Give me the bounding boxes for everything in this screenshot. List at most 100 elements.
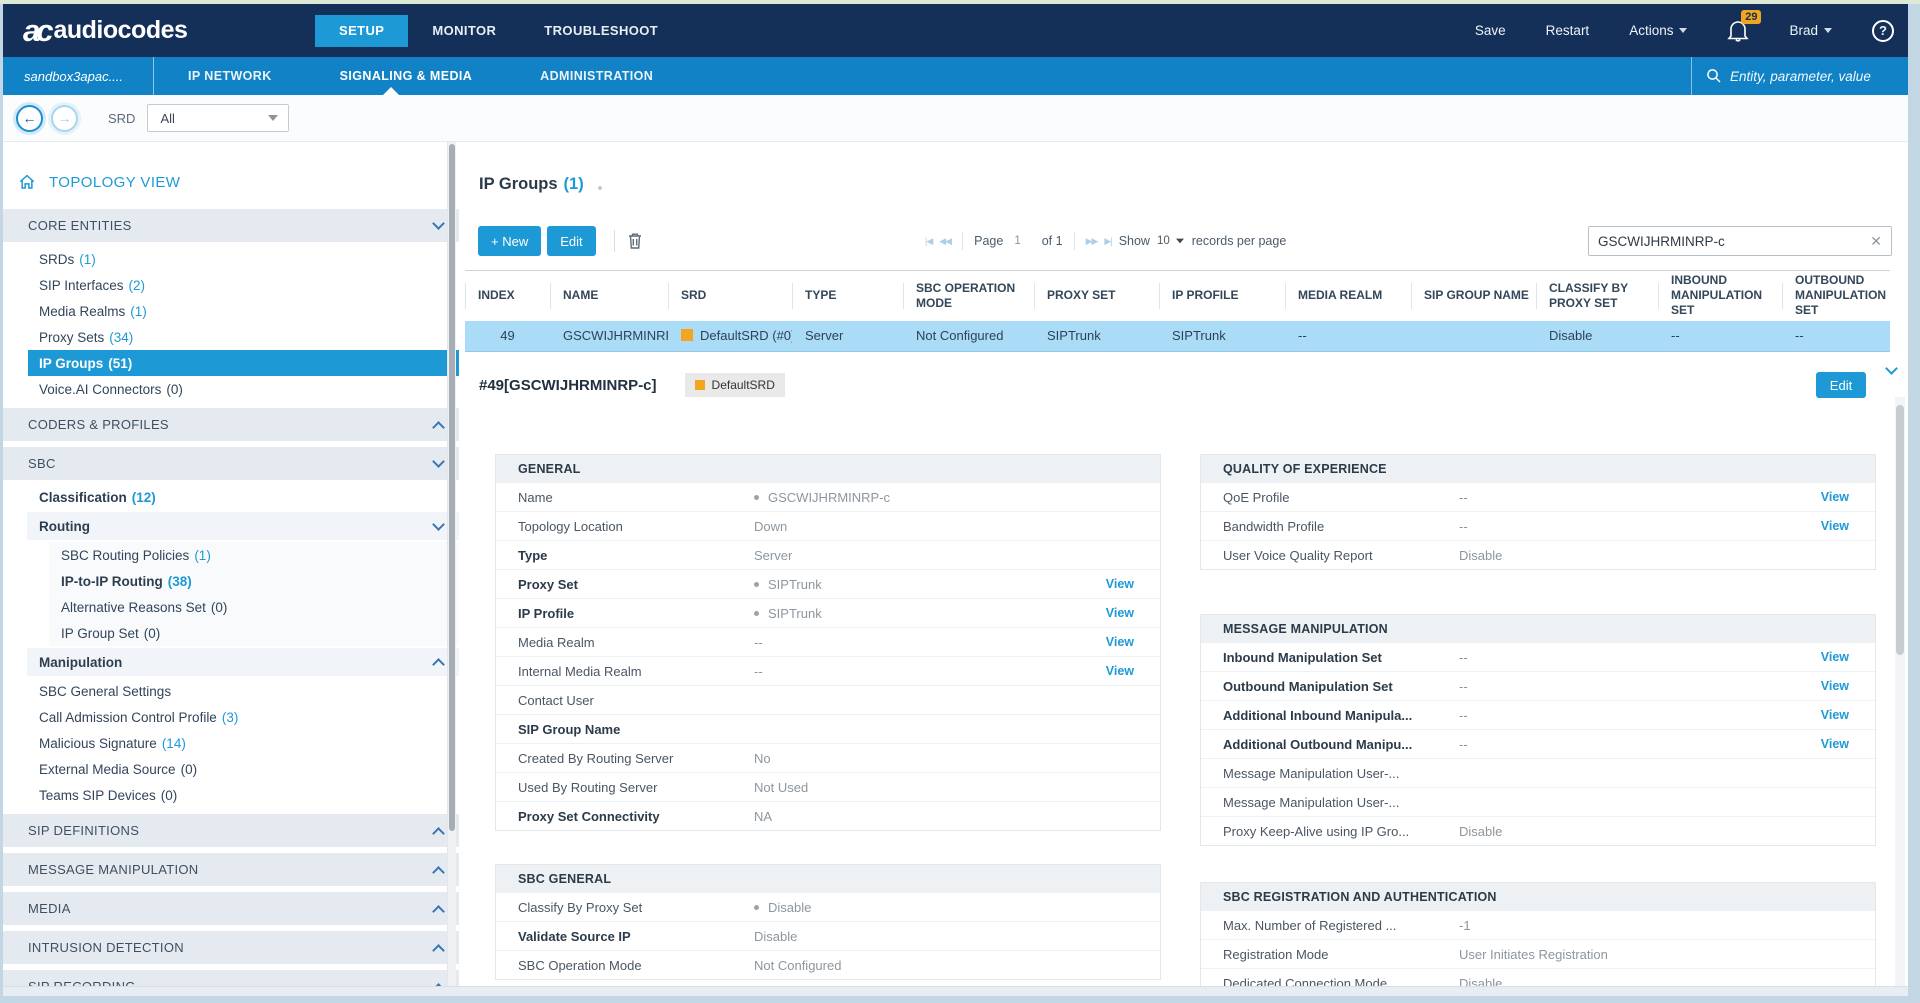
primary-tab[interactable]: MONITOR bbox=[408, 15, 520, 47]
sidebar-item[interactable]: IP Groups (51) bbox=[28, 350, 459, 376]
sidebar-item[interactable]: MEDIA bbox=[3, 892, 459, 925]
user-menu-button[interactable]: Brad bbox=[1789, 23, 1832, 38]
column-header[interactable]: IP PROFILE bbox=[1159, 271, 1285, 321]
sidebar-item[interactable]: SIP DEFINITIONS bbox=[3, 814, 459, 847]
next-page-button[interactable]: ▶▶ bbox=[1086, 236, 1098, 247]
sidebar-item-count: (12) bbox=[132, 490, 156, 505]
view-link[interactable]: View bbox=[1821, 679, 1849, 693]
audiocodes-logo[interactable]: ac audiocodes bbox=[23, 4, 187, 57]
chevron-icon bbox=[432, 217, 445, 230]
view-link[interactable]: View bbox=[1106, 577, 1134, 591]
save-button[interactable]: Save bbox=[1475, 23, 1506, 38]
table-row-selected[interactable]: 49GSCWIJHRMINRP-cDefaultSRD (#0)ServerNo… bbox=[465, 321, 1890, 352]
sidebar-topology-view[interactable]: TOPOLOGY VIEW bbox=[3, 169, 459, 195]
sidebar-scrollbar-thumb[interactable] bbox=[449, 144, 455, 831]
column-header[interactable]: NAME bbox=[550, 271, 668, 321]
field-value: Server bbox=[754, 548, 792, 563]
sidebar-item[interactable]: Classification (12) bbox=[3, 484, 459, 510]
restart-button[interactable]: Restart bbox=[1546, 23, 1590, 38]
column-header[interactable]: OUTBOUND MANIPULATION SET bbox=[1782, 271, 1890, 321]
sidebar-item[interactable]: INTRUSION DETECTION bbox=[3, 931, 459, 964]
view-link[interactable]: View bbox=[1106, 635, 1134, 649]
view-link[interactable]: View bbox=[1821, 519, 1849, 533]
secondary-tab[interactable]: ADMINISTRATION bbox=[506, 57, 687, 95]
sidebar-item[interactable]: Voice.AI Connectors (0) bbox=[3, 376, 459, 402]
sidebar-item[interactable]: Proxy Sets (34) bbox=[3, 324, 459, 350]
chevron-icon bbox=[432, 866, 445, 879]
sidebar-item[interactable]: Call Admission Control Profile (3) bbox=[3, 704, 459, 730]
column-header[interactable]: TYPE bbox=[792, 271, 903, 321]
device-name-tab[interactable]: sandbox3apac.... bbox=[3, 57, 154, 95]
view-link[interactable]: View bbox=[1821, 708, 1849, 722]
view-link[interactable]: View bbox=[1821, 490, 1849, 504]
column-header[interactable]: CLASSIFY BY PROXY SET bbox=[1536, 271, 1658, 321]
table-filter-input[interactable] bbox=[1589, 234, 1861, 249]
notifications-button[interactable]: 29 bbox=[1727, 19, 1749, 43]
sidebar-item[interactable]: SIP Interfaces (2) bbox=[3, 272, 459, 298]
sidebar-item[interactable]: Malicious Signature (14) bbox=[3, 730, 459, 756]
ip-groups-table: INDEXNAMESRDTYPESBC OPERATION MODEPROXY … bbox=[465, 270, 1890, 352]
table-cell: GSCWIJHRMINRP-c bbox=[550, 321, 668, 352]
sidebar-item[interactable]: Routing bbox=[27, 512, 459, 540]
column-header[interactable]: INBOUND MANIPULATION SET bbox=[1658, 271, 1782, 321]
column-header[interactable]: SRD bbox=[668, 271, 792, 321]
help-button[interactable]: ? bbox=[1872, 20, 1894, 42]
search-icon bbox=[1706, 68, 1722, 84]
actions-menu-button[interactable]: Actions bbox=[1629, 23, 1687, 38]
view-link[interactable]: View bbox=[1106, 664, 1134, 678]
sidebar-item[interactable]: SBC Routing Policies (1) bbox=[49, 542, 459, 568]
sidebar-item[interactable]: Media Realms (1) bbox=[3, 298, 459, 324]
back-button[interactable]: ← bbox=[16, 105, 43, 132]
column-header[interactable]: SIP GROUP NAME bbox=[1411, 271, 1536, 321]
app-window: ac audiocodes SETUPMONITORTROUBLESHOOT S… bbox=[3, 4, 1908, 996]
column-header[interactable]: PROXY SET bbox=[1034, 271, 1159, 321]
main-scrollbar-thumb[interactable] bbox=[1896, 405, 1904, 655]
srd-dropdown[interactable]: All bbox=[147, 104, 289, 132]
sidebar-scrollbar[interactable] bbox=[447, 142, 456, 996]
view-link[interactable]: View bbox=[1821, 650, 1849, 664]
clear-filter-button[interactable]: ✕ bbox=[1861, 233, 1891, 250]
column-header[interactable]: MEDIA REALM bbox=[1285, 271, 1411, 321]
primary-tab[interactable]: SETUP bbox=[315, 15, 408, 47]
primary-tab[interactable]: TROUBLESHOOT bbox=[520, 15, 682, 47]
detail-header: #49[GSCWIJHRMINRP-c] DefaultSRD Edit bbox=[479, 370, 1866, 400]
detail-edit-button[interactable]: Edit bbox=[1816, 372, 1866, 398]
forward-button[interactable]: → bbox=[51, 105, 78, 132]
secondary-tab[interactable]: IP NETWORK bbox=[154, 57, 306, 95]
sidebar-item[interactable]: Teams SIP Devices (0) bbox=[3, 782, 459, 808]
detail-row: Proxy Keep-Alive using IP Gro... Disable bbox=[1201, 816, 1875, 845]
global-search-input[interactable] bbox=[1730, 69, 1900, 84]
srd-badge-label: DefaultSRD bbox=[712, 378, 775, 392]
page-size-dropdown[interactable]: 10 bbox=[1157, 235, 1185, 247]
sidebar-item[interactable]: SRDs (1) bbox=[3, 246, 459, 272]
prev-page-button[interactable]: ◀◀ bbox=[939, 236, 951, 247]
sidebar-item[interactable]: Manipulation bbox=[27, 648, 459, 676]
field-value: Down bbox=[754, 519, 787, 534]
page-number-input[interactable]: 1 bbox=[1010, 235, 1034, 247]
table-cell: -- bbox=[1782, 321, 1890, 352]
sidebar-item[interactable]: IP Group Set (0) bbox=[49, 620, 459, 646]
table-cell: DefaultSRD (#0) bbox=[668, 321, 792, 352]
sidebar-item[interactable]: External Media Source (0) bbox=[3, 756, 459, 782]
sidebar-item[interactable]: Alternative Reasons Set (0) bbox=[49, 594, 459, 620]
view-link[interactable]: View bbox=[1106, 606, 1134, 620]
sidebar-item[interactable]: SBC bbox=[3, 447, 459, 480]
sidebar-item[interactable]: SBC General Settings bbox=[3, 678, 459, 704]
first-page-button[interactable]: |◀ bbox=[925, 236, 932, 247]
edit-button[interactable]: Edit bbox=[547, 226, 595, 256]
sidebar-item[interactable]: CORE ENTITIES bbox=[3, 209, 459, 242]
sidebar-item[interactable]: MESSAGE MANIPULATION bbox=[3, 853, 459, 886]
last-page-button[interactable]: ▶| bbox=[1104, 236, 1111, 247]
view-link[interactable]: View bbox=[1821, 737, 1849, 751]
column-header[interactable]: SBC OPERATION MODE bbox=[903, 271, 1034, 321]
secondary-tab[interactable]: SIGNALING & MEDIA bbox=[306, 57, 507, 95]
column-header[interactable]: INDEX bbox=[465, 271, 550, 321]
delete-icon[interactable] bbox=[627, 232, 643, 250]
main-scrollbar[interactable] bbox=[1895, 397, 1905, 996]
page-title-text: IP Groups bbox=[479, 175, 558, 194]
sidebar-item[interactable]: IP-to-IP Routing (38) bbox=[49, 568, 459, 594]
new-button[interactable]: + New bbox=[478, 226, 541, 256]
sidebar-item[interactable]: CODERS & PROFILES bbox=[3, 408, 459, 441]
collapse-detail-icon[interactable] bbox=[1885, 362, 1898, 375]
field-value: -1 bbox=[1459, 918, 1471, 933]
